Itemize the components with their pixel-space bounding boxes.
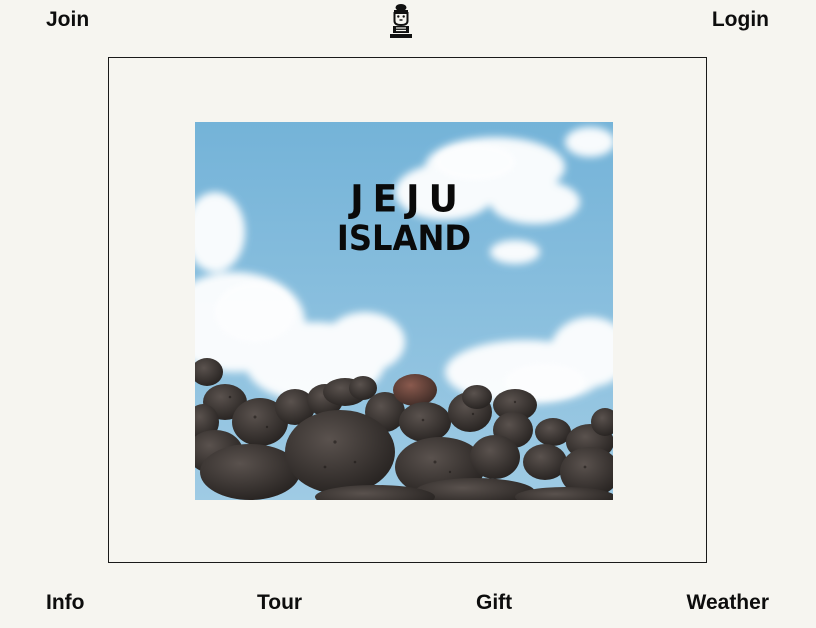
weather-link[interactable]: Weather bbox=[687, 592, 769, 613]
tour-link[interactable]: Tour bbox=[257, 592, 302, 613]
page: Join Login JEJU ISLAND Info Tour Gift We… bbox=[0, 0, 816, 628]
login-link[interactable]: Login bbox=[712, 9, 769, 30]
hero-image: JEJU ISLAND bbox=[195, 122, 613, 500]
gift-link[interactable]: Gift bbox=[476, 592, 512, 613]
join-link[interactable]: Join bbox=[46, 9, 89, 30]
info-link[interactable]: Info bbox=[46, 592, 84, 613]
hero-title-line1: JEJU bbox=[350, 177, 467, 221]
dol-hareubang-logo-icon[interactable] bbox=[386, 3, 416, 39]
hero-title-line2: ISLAND bbox=[336, 219, 472, 259]
hero-title: JEJU ISLAND bbox=[195, 177, 613, 259]
